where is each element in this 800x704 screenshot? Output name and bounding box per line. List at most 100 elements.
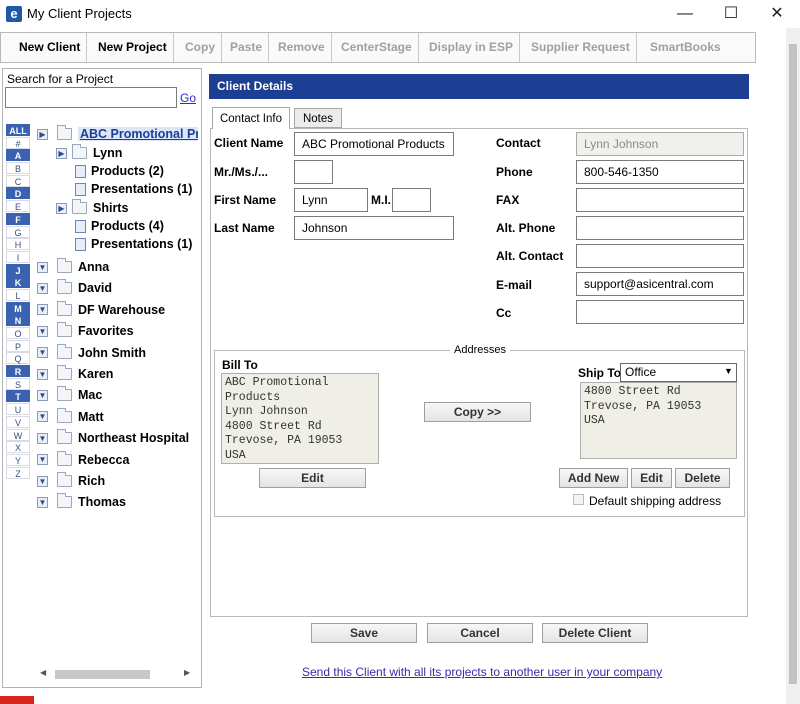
expand-icon[interactable]: ▼ — [37, 347, 48, 359]
letter-filter-f[interactable]: F — [6, 212, 30, 225]
expand-icon[interactable]: ▼ — [37, 304, 48, 316]
bill-to-edit-button[interactable]: Edit — [259, 468, 366, 488]
middle-initial-field[interactable] — [392, 188, 431, 212]
letter-filter-o[interactable]: O — [6, 327, 30, 339]
tree-item-client[interactable]: ▼ Rich — [37, 472, 105, 490]
letter-filter-z[interactable]: Z — [6, 466, 30, 479]
email-field[interactable]: support@asicentral.com — [576, 272, 744, 296]
expand-icon[interactable]: ▼ — [37, 282, 48, 294]
tree-item-lynn-products[interactable]: Products (2) — [75, 162, 164, 180]
expand-icon[interactable]: ▼ — [37, 475, 48, 487]
tree-item-client[interactable]: ▼ DF Warehouse — [37, 300, 165, 319]
tree-item-client[interactable]: ▼ Matt — [37, 407, 104, 426]
letter-filter-c[interactable]: C — [6, 174, 30, 187]
phone-field[interactable]: 800-546-1350 — [576, 160, 744, 184]
letter-filter-v[interactable]: V — [6, 415, 30, 428]
letter-filter-j[interactable]: J — [6, 263, 30, 276]
new-project-button[interactable]: New Project — [92, 33, 174, 62]
letter-filter-s[interactable]: S — [6, 377, 30, 390]
tree-item-abc-promotional[interactable]: ▶ ABC Promotional Products — [37, 125, 198, 143]
expand-icon[interactable]: ▼ — [37, 325, 48, 337]
tree-item-client[interactable]: ▼ Mac — [37, 386, 102, 404]
first-name-field[interactable]: Lynn — [294, 188, 368, 212]
letter-filter-y[interactable]: Y — [6, 453, 30, 466]
scroll-left-icon[interactable]: ◀ — [40, 668, 46, 677]
letter-filter-u[interactable]: U — [6, 403, 30, 416]
expand-icon[interactable]: ▼ — [37, 411, 48, 423]
expand-icon[interactable]: ▼ — [37, 368, 48, 380]
letter-filter-x[interactable]: X — [6, 441, 30, 454]
supplier-request-button[interactable]: Supplier Request — [525, 33, 637, 62]
minimize-button[interactable]: — — [662, 0, 708, 28]
letter-filter-k[interactable]: K — [6, 276, 30, 289]
tree-item-shirts[interactable]: ▶ Shirts — [56, 199, 128, 217]
maximize-button[interactable]: ☐ — [708, 0, 754, 28]
letter-filter-m[interactable]: M — [6, 301, 30, 314]
delete-address-button[interactable]: Delete — [675, 468, 730, 488]
remove-button[interactable]: Remove — [272, 33, 332, 62]
letter-filter-b[interactable]: B — [6, 162, 30, 175]
letter-filter-i[interactable]: I — [6, 250, 30, 263]
horizontal-scroll-thumb[interactable] — [55, 670, 150, 679]
expand-icon[interactable]: ▼ — [37, 454, 48, 466]
letter-filter-d[interactable]: D — [6, 187, 30, 200]
letter-filter-n[interactable]: N — [6, 314, 30, 327]
letter-filter-a[interactable]: A — [6, 149, 30, 162]
tree-item-client[interactable]: ▼ Rebecca — [37, 450, 129, 469]
letter-filter-l[interactable]: L — [6, 288, 30, 301]
copy-address-button[interactable]: Copy >> — [424, 402, 531, 422]
centerstage-button[interactable]: CenterStage — [335, 33, 419, 62]
default-shipping-checkbox[interactable] — [573, 494, 584, 505]
add-new-address-button[interactable]: Add New — [559, 468, 628, 488]
ship-to-select[interactable]: Office — [620, 363, 737, 382]
tree-item-client[interactable]: ▼ Anna — [37, 258, 109, 276]
expand-icon[interactable]: ▼ — [37, 389, 48, 401]
delete-client-button[interactable]: Delete Client — [542, 623, 648, 643]
save-button[interactable]: Save — [311, 623, 417, 643]
fax-field[interactable] — [576, 188, 744, 212]
cancel-button[interactable]: Cancel — [427, 623, 533, 643]
tree-item-client[interactable]: ▼ John Smith — [37, 343, 146, 362]
letter-filter-t[interactable]: T — [6, 390, 30, 403]
go-link[interactable]: Go — [180, 91, 196, 105]
copy-button[interactable]: Copy — [179, 33, 222, 62]
ship-to-edit-button[interactable]: Edit — [631, 468, 672, 488]
alt-phone-field[interactable] — [576, 216, 744, 240]
tree-item-shirts-products[interactable]: Products (4) — [75, 217, 164, 235]
display-in-esp-button[interactable]: Display in ESP — [423, 33, 521, 62]
last-name-field[interactable]: Johnson — [294, 216, 454, 240]
expand-icon[interactable]: ▼ — [37, 432, 48, 444]
expand-icon[interactable]: ▶ — [56, 202, 67, 214]
tab-contact-info[interactable]: Contact Info — [212, 107, 290, 129]
search-input[interactable] — [5, 87, 177, 108]
expand-icon[interactable]: ▼ — [37, 261, 48, 273]
tree-item-client[interactable]: ▼ Thomas — [37, 493, 126, 511]
send-client-link[interactable]: Send this Client with all its projects t… — [302, 665, 662, 679]
letter-filter-r[interactable]: R — [6, 365, 30, 378]
tree-item-client[interactable]: ▼ Northeast Hospital — [37, 429, 189, 447]
salutation-field[interactable] — [294, 160, 333, 184]
cc-field[interactable] — [576, 300, 744, 324]
letter-filter-h[interactable]: H — [6, 238, 30, 251]
tree-item-lynn-presentations[interactable]: Presentations (1) — [75, 180, 192, 198]
expand-icon[interactable]: ▼ — [37, 496, 48, 508]
letter-filter-p[interactable]: P — [6, 339, 30, 352]
paste-button[interactable]: Paste — [224, 33, 270, 62]
alt-contact-field[interactable] — [576, 244, 744, 268]
tree-item-shirts-presentations[interactable]: Presentations (1) — [75, 235, 192, 253]
letter-filter-all[interactable]: ALL — [6, 124, 30, 136]
scroll-right-icon[interactable]: ▶ — [184, 668, 190, 677]
letter-filter-g[interactable]: G — [6, 225, 30, 238]
letter-filter-w[interactable]: W — [6, 428, 30, 441]
chevron-down-icon[interactable]: ▼ — [724, 366, 733, 376]
tree-item-client[interactable]: ▼ Karen — [37, 365, 113, 383]
letter-filter-number[interactable]: # — [6, 136, 30, 149]
new-client-button[interactable]: New Client — [13, 33, 88, 62]
tree-item-client[interactable]: ▼ David — [37, 279, 112, 297]
tree-item-client[interactable]: ▼ Favorites — [37, 322, 134, 340]
tree-item-lynn[interactable]: ▶ Lynn — [56, 144, 122, 162]
tab-notes[interactable]: Notes — [294, 108, 342, 128]
client-name-field[interactable]: ABC Promotional Products — [294, 132, 454, 156]
letter-filter-e[interactable]: E — [6, 200, 30, 213]
close-button[interactable]: ✕ — [754, 0, 800, 28]
